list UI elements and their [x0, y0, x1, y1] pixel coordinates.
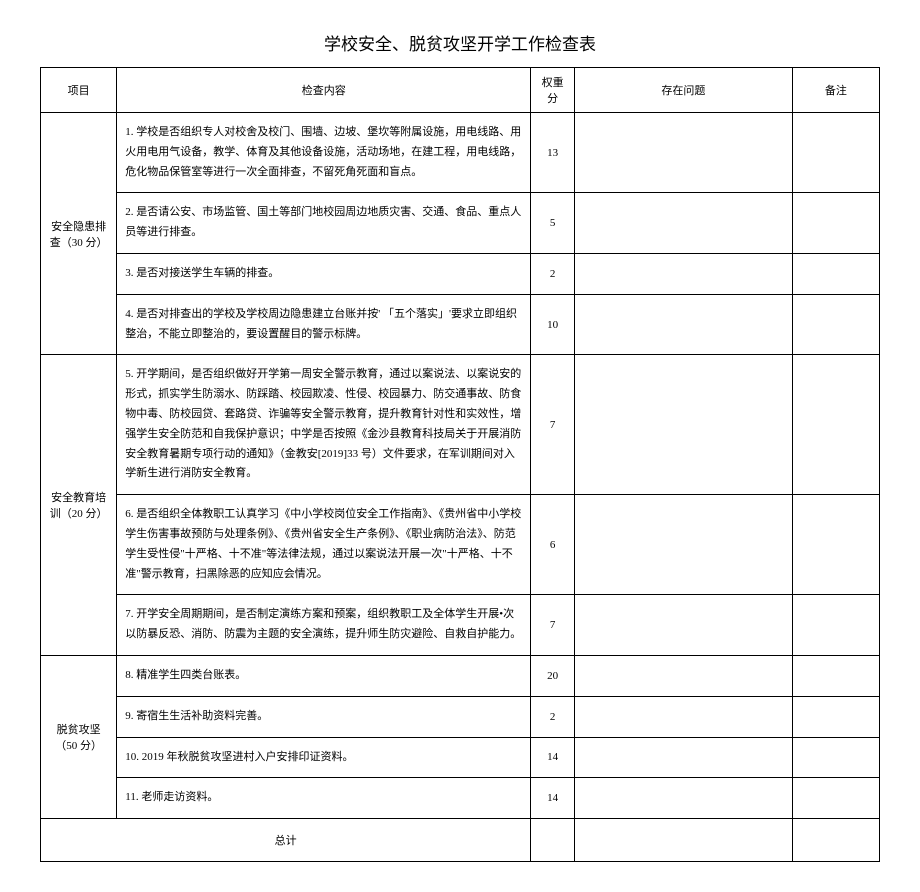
header-issue: 存在问题 — [574, 68, 792, 113]
issue-cell — [574, 294, 792, 355]
header-remark: 备注 — [792, 68, 879, 113]
weight-cell: 20 — [531, 655, 575, 696]
total-issue — [574, 819, 792, 862]
remark-cell — [792, 193, 879, 254]
content-cell: 3. 是否对接送学生车辆的排查。 — [117, 253, 531, 294]
issue-cell — [574, 737, 792, 778]
remark-cell — [792, 696, 879, 737]
inspection-table: 项目 检查内容 权重分 存在问题 备注 安全隐患排查（30 分） 1. 学校是否… — [40, 67, 880, 862]
issue-cell — [574, 495, 792, 595]
remark-cell — [792, 737, 879, 778]
remark-cell — [792, 294, 879, 355]
content-cell: 6. 是否组织全体教职工认真学习《中小学校岗位安全工作指南》、《贵州省中小学校学… — [117, 495, 531, 595]
content-cell: 8. 精准学生四类台账表。 — [117, 655, 531, 696]
page-title: 学校安全、脱贫攻坚开学工作检查表 — [40, 30, 880, 55]
content-cell: 2. 是否请公安、市场监管、国土等部门地校园周边地质灾害、交通、食品、重点人员等… — [117, 193, 531, 254]
content-cell: 5. 开学期间，是否组织做好开学第一周安全警示教育，通过以案说法、以案说安的形式… — [117, 355, 531, 495]
issue-cell — [574, 696, 792, 737]
content-cell: 11. 老师走访资料。 — [117, 778, 531, 819]
weight-cell: 14 — [531, 778, 575, 819]
remark-cell — [792, 778, 879, 819]
remark-cell — [792, 655, 879, 696]
content-cell: 7. 开学安全周期期间，是否制定演练方案和预案，组织教职工及全体学生开展•次以防… — [117, 595, 531, 656]
remark-cell — [792, 355, 879, 495]
content-cell: 10. 2019 年秋脱贫攻坚进村入户安排印证资料。 — [117, 737, 531, 778]
header-project: 项目 — [41, 68, 117, 113]
issue-cell — [574, 113, 792, 193]
section-name-1: 安全教育培训（20 分） — [41, 355, 117, 656]
total-weight — [531, 819, 575, 862]
issue-cell — [574, 655, 792, 696]
weight-cell: 5 — [531, 193, 575, 254]
remark-cell — [792, 495, 879, 595]
weight-cell: 2 — [531, 696, 575, 737]
weight-cell: 14 — [531, 737, 575, 778]
weight-cell: 7 — [531, 355, 575, 495]
issue-cell — [574, 253, 792, 294]
issue-cell — [574, 595, 792, 656]
issue-cell — [574, 778, 792, 819]
weight-cell: 6 — [531, 495, 575, 595]
remark-cell — [792, 253, 879, 294]
issue-cell — [574, 355, 792, 495]
weight-cell: 7 — [531, 595, 575, 656]
weight-cell: 13 — [531, 113, 575, 193]
section-name-0: 安全隐患排查（30 分） — [41, 113, 117, 355]
weight-cell: 10 — [531, 294, 575, 355]
content-cell: 4. 是否对排查出的学校及学校周边隐患建立台账并按' 「五个落实」'要求立即组织… — [117, 294, 531, 355]
content-cell: 9. 寄宿生生活补助资料完善。 — [117, 696, 531, 737]
issue-cell — [574, 193, 792, 254]
remark-cell — [792, 595, 879, 656]
section-name-2: 脱贫攻坚（50 分） — [41, 655, 117, 818]
header-weight: 权重分 — [531, 68, 575, 113]
remark-cell — [792, 113, 879, 193]
total-label: 总计 — [41, 819, 531, 862]
weight-cell: 2 — [531, 253, 575, 294]
header-content: 检查内容 — [117, 68, 531, 113]
total-remark — [792, 819, 879, 862]
content-cell: 1. 学校是否组织专人对校舍及校门、围墙、边坡、堡坎等附属设施，用电线路、用火用… — [117, 113, 531, 193]
